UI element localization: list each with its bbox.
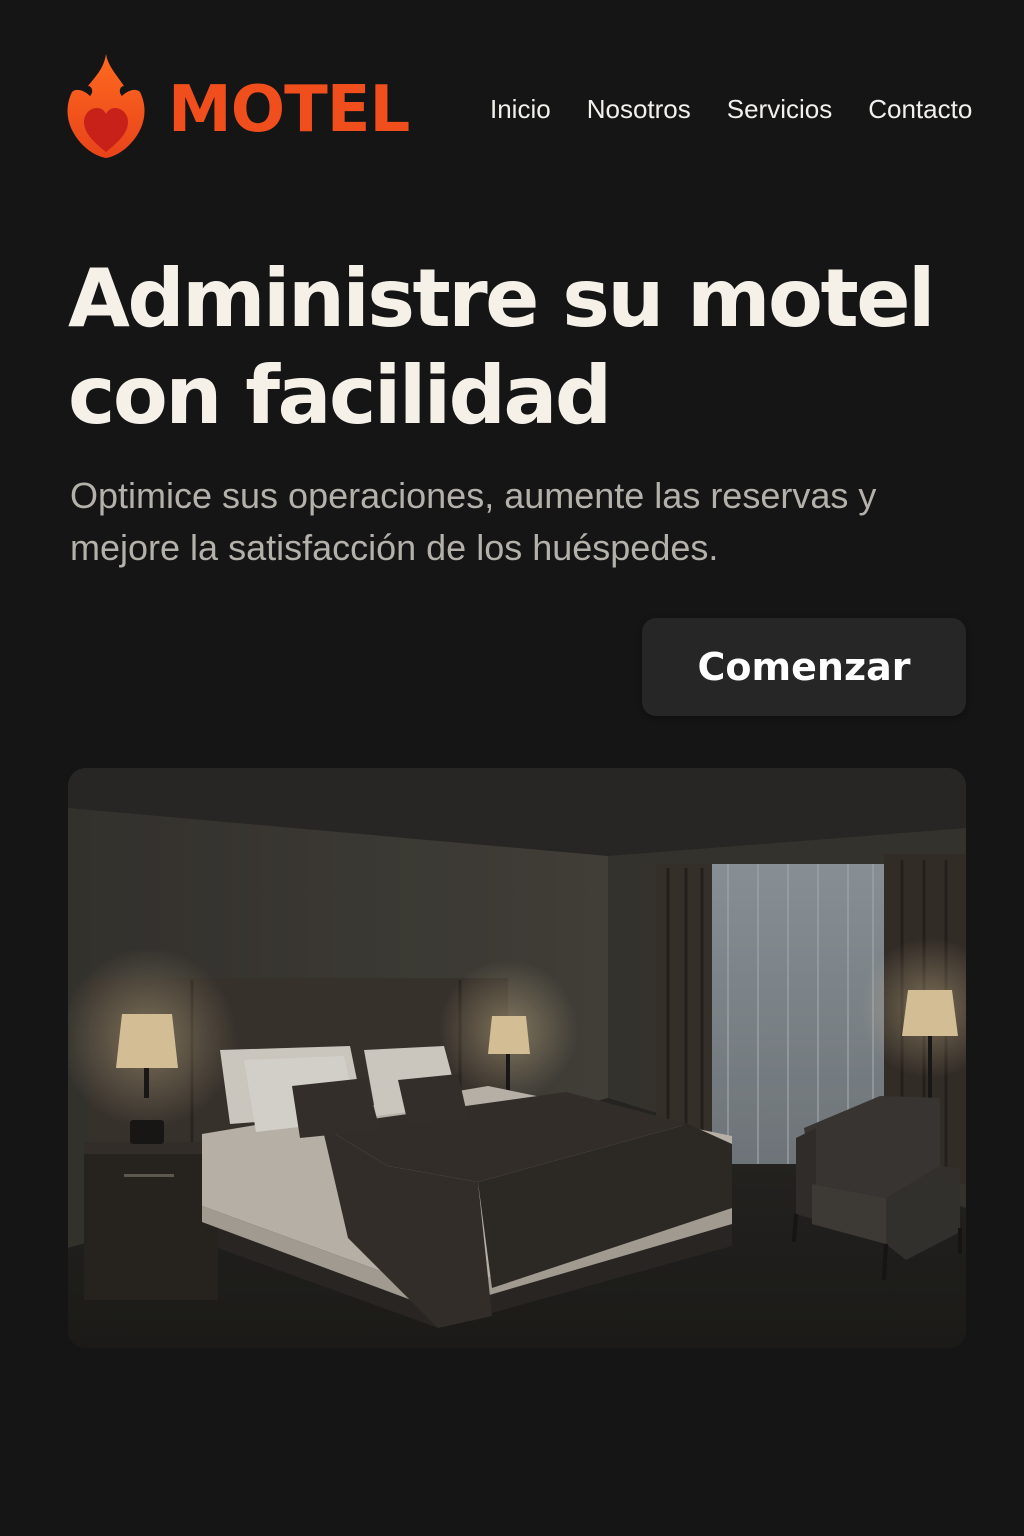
site-header: MOTEL Inicio Nosotros Servicios Contacto xyxy=(0,52,1024,164)
nav-item-inicio[interactable]: Inicio xyxy=(490,94,551,125)
hotel-room-photo xyxy=(68,768,966,1348)
hero-subtitle: Optimice sus operaciones, aumente las re… xyxy=(70,475,877,568)
get-started-button[interactable]: Comenzar xyxy=(642,618,966,716)
landing-page: MOTEL Inicio Nosotros Servicios Contacto… xyxy=(0,0,1024,1536)
nav-item-servicios[interactable]: Servicios xyxy=(727,94,832,125)
flame-heart-icon xyxy=(67,54,145,158)
nav-item-nosotros[interactable]: Nosotros xyxy=(587,94,691,125)
brand-name: MOTEL xyxy=(168,73,410,147)
nav-item-contacto[interactable]: Contacto xyxy=(868,94,972,125)
room-illustration xyxy=(68,768,966,1348)
brand-logo[interactable]: MOTEL xyxy=(66,52,410,160)
main-nav: Inicio Nosotros Servicios Contacto xyxy=(490,94,972,125)
hero-title: Administre su motel con facilidad xyxy=(68,252,935,442)
